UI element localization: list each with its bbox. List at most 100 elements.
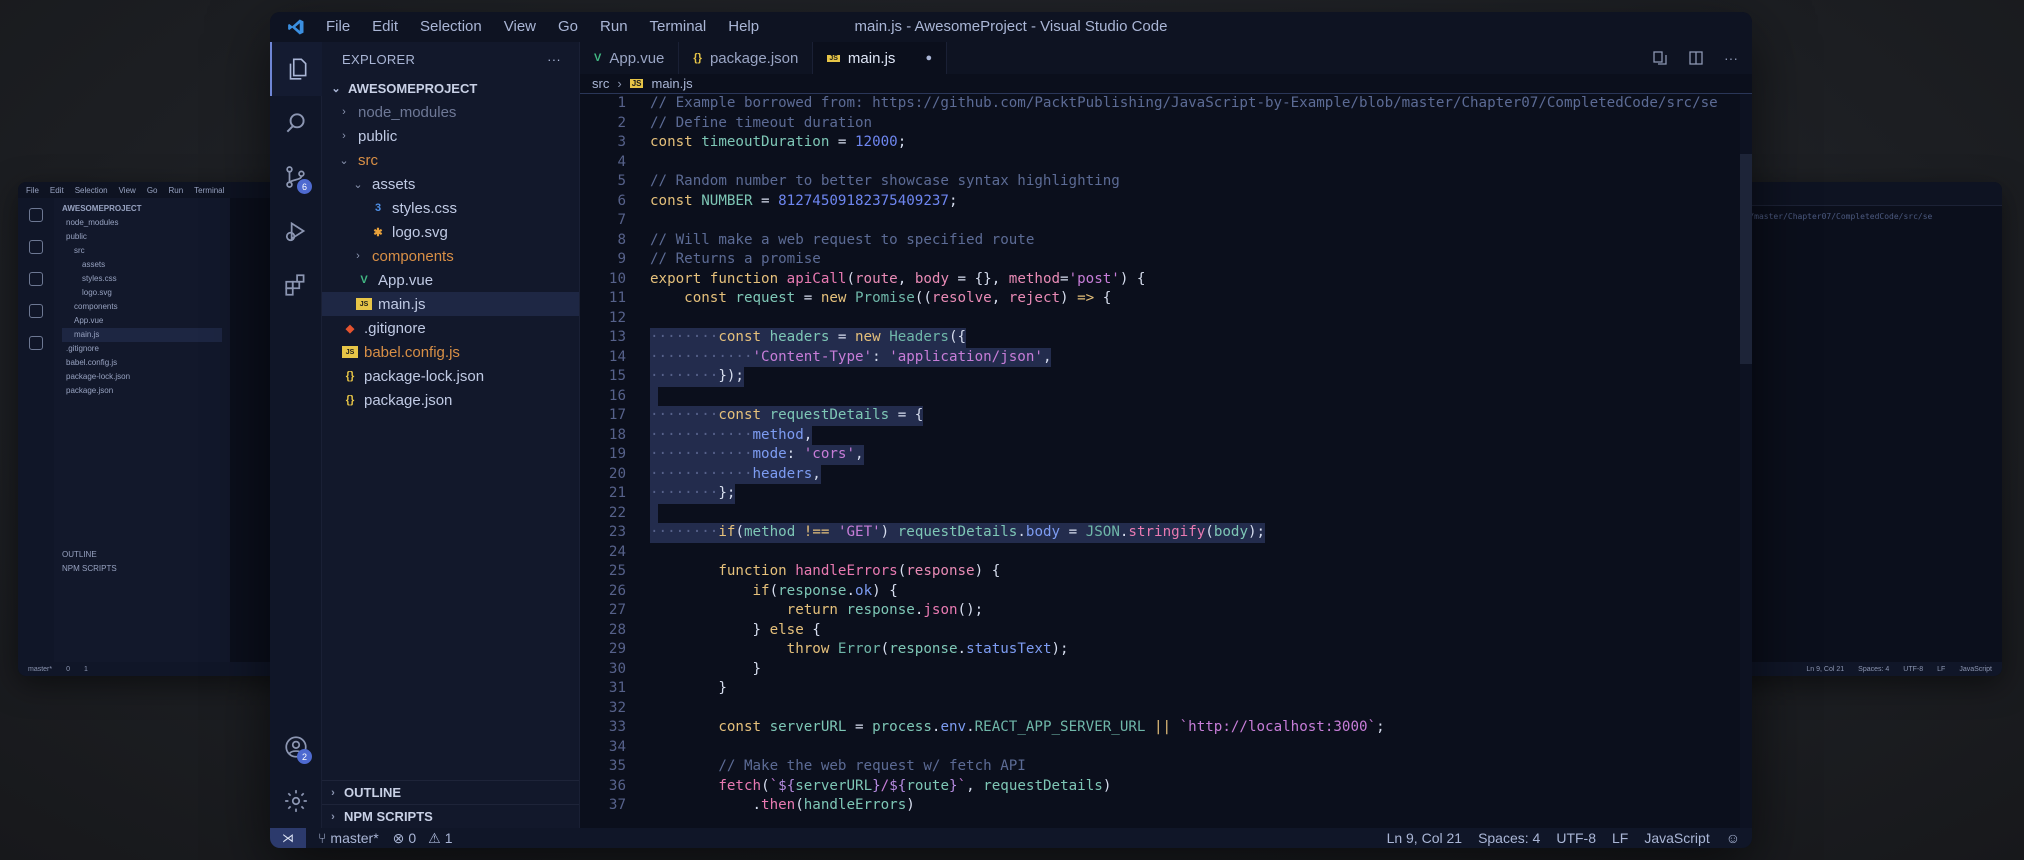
line-content: if(response.ok) { <box>650 582 898 602</box>
tree-item-label: node_modules <box>358 103 457 121</box>
tree-item-app-vue[interactable]: V App.vue <box>322 268 579 292</box>
code-token: (); <box>957 602 984 618</box>
code-token: ( <box>769 582 779 599</box>
tree-item-main-js[interactable]: JS main.js <box>322 292 579 316</box>
code-token: ) { <box>974 563 1001 579</box>
npm-scripts-section[interactable]: › NPM SCRIPTS <box>322 804 579 828</box>
line-number: 1 <box>617 95 626 111</box>
tree-item--gitignore[interactable]: ◆ .gitignore <box>322 316 579 340</box>
menu-file[interactable]: File <box>322 12 361 42</box>
line-number: 13 <box>608 329 626 345</box>
code-token: }; <box>718 485 736 501</box>
editor-scrollbar[interactable] <box>1740 94 1752 828</box>
menu-run[interactable]: Run <box>589 12 639 42</box>
tree-item-public[interactable]: › public <box>322 124 579 148</box>
line-number: 20 <box>608 465 626 482</box>
unsaved-dot-icon[interactable]: ● <box>925 52 932 64</box>
language-mode[interactable]: JavaScript <box>1644 830 1709 846</box>
breadcrumb-file[interactable]: main.js <box>651 76 692 91</box>
code-line: 14 ············'Content-Type': 'applicati… <box>580 347 1740 367</box>
code-token: } <box>650 680 727 696</box>
project-header[interactable]: ⌄ AWESOMEPROJECT <box>322 76 579 100</box>
problems-indicator[interactable]: ⊗ 0 ⚠ 1 <box>393 830 453 847</box>
git-branch-icon: ⑂ <box>318 830 327 846</box>
extensions-activity[interactable] <box>270 258 322 312</box>
settings-activity[interactable] <box>270 774 322 828</box>
source-control-activity[interactable]: 6 <box>270 150 322 204</box>
code-line: 23 ········if(method !== 'GET') requestDe… <box>580 523 1740 543</box>
code-token: requestDetails <box>769 407 890 423</box>
tree-item-package-lock-json[interactable]: {} package-lock.json <box>322 364 579 388</box>
title-bar: File Edit Selection View Go Run Terminal Help m… <box>270 12 1752 42</box>
outline-section[interactable]: › OUTLINE <box>322 780 579 804</box>
tab-bar: V App.vue {} package.json JS main.js ● ··· <box>580 42 1752 74</box>
explorer-activity[interactable] <box>270 42 322 96</box>
code-token: , <box>803 426 813 443</box>
code-token: // Example borrowed from: https://github… <box>650 95 1718 111</box>
tab-main-js[interactable]: JS main.js ● <box>813 42 948 74</box>
code-token: ) <box>1060 290 1078 306</box>
split-editor-icon[interactable] <box>1688 50 1704 66</box>
run-debug-activity[interactable] <box>270 204 322 258</box>
code-token: body <box>1025 524 1061 540</box>
cursor-position[interactable]: Ln 9, Col 21 <box>1387 830 1463 846</box>
code-token: ) { <box>872 582 898 599</box>
open-changes-icon[interactable] <box>1652 50 1668 66</box>
code-line: 21 ········}; <box>580 484 1740 504</box>
tree-item-package-json[interactable]: {} package.json <box>322 388 579 412</box>
chevron-down-icon: ⌄ <box>331 82 341 95</box>
feedback-icon[interactable]: ☺ <box>1726 830 1740 846</box>
more-actions-icon[interactable]: ··· <box>1724 50 1738 66</box>
code-token: , <box>855 446 864 462</box>
code-token: response <box>778 582 847 599</box>
chevron-down-icon: ⌄ <box>339 154 349 167</box>
ghost-tree-item: main.js <box>62 328 222 342</box>
line-number: 14 <box>608 348 626 365</box>
code-token: ; <box>1376 719 1385 735</box>
line-number: 3 <box>617 134 626 150</box>
menu-go[interactable]: Go <box>547 12 589 42</box>
menu-view[interactable]: View <box>493 12 547 42</box>
code-token: 'application/json' <box>889 348 1043 365</box>
tree-item-label: public <box>358 127 398 145</box>
tree-item-logo-svg[interactable]: ✱ logo.svg <box>322 220 579 244</box>
tab-package-json[interactable]: {} package.json <box>679 42 814 74</box>
code-line: 37 .then(handleErrors) <box>580 796 1740 816</box>
accounts-activity[interactable]: 2 <box>270 720 322 774</box>
tree-item-assets[interactable]: ⌄ assets <box>322 172 579 196</box>
line-ending[interactable]: LF <box>1612 830 1628 846</box>
code-token: body <box>914 270 949 287</box>
tree-item-label: main.js <box>378 295 426 313</box>
menu-bar: File Edit Selection View Go Run Terminal Help <box>322 12 770 42</box>
code-token: new <box>820 290 856 306</box>
error-icon: ⊗ <box>392 829 405 846</box>
breadcrumb-folder[interactable]: src <box>592 76 609 91</box>
scrollbar-thumb[interactable] <box>1740 154 1752 364</box>
indentation[interactable]: Spaces: 4 <box>1478 830 1540 846</box>
code-token: : <box>872 348 890 365</box>
search-activity[interactable] <box>270 96 322 150</box>
chevron-right-icon: › <box>617 76 622 91</box>
remote-indicator-icon[interactable]: ⋊ <box>270 828 306 848</box>
menu-edit[interactable]: Edit <box>361 12 409 42</box>
tree-item-styles-css[interactable]: 3 styles.css <box>322 196 579 220</box>
tree-item-babel-config-js[interactable]: JS babel.config.js <box>322 340 579 364</box>
line-content: ········}; <box>650 484 736 504</box>
menu-help[interactable]: Help <box>717 12 770 42</box>
encoding[interactable]: UTF-8 <box>1556 830 1596 846</box>
code-line: 15 ········}); <box>580 367 1740 387</box>
branch-indicator[interactable]: ⑂ master* <box>318 830 379 846</box>
menu-selection[interactable]: Selection <box>409 12 493 42</box>
tab-app-vue[interactable]: V App.vue <box>580 42 680 74</box>
menu-terminal[interactable]: Terminal <box>639 12 718 42</box>
code-token: ); <box>1248 524 1266 540</box>
more-actions-icon[interactable]: ··· <box>547 52 561 67</box>
warning-count: 1 <box>444 830 453 846</box>
code-editor[interactable]: 1 // Example borrowed from: https://githu… <box>580 94 1740 828</box>
project-name: AWESOMEPROJECT <box>348 80 478 96</box>
tree-item-node-modules[interactable]: › node_modules <box>322 100 579 124</box>
js-file-icon: JS <box>827 54 840 62</box>
tree-item-src[interactable]: ⌄ src <box>322 148 579 172</box>
tree-item-components[interactable]: › components <box>322 244 579 268</box>
